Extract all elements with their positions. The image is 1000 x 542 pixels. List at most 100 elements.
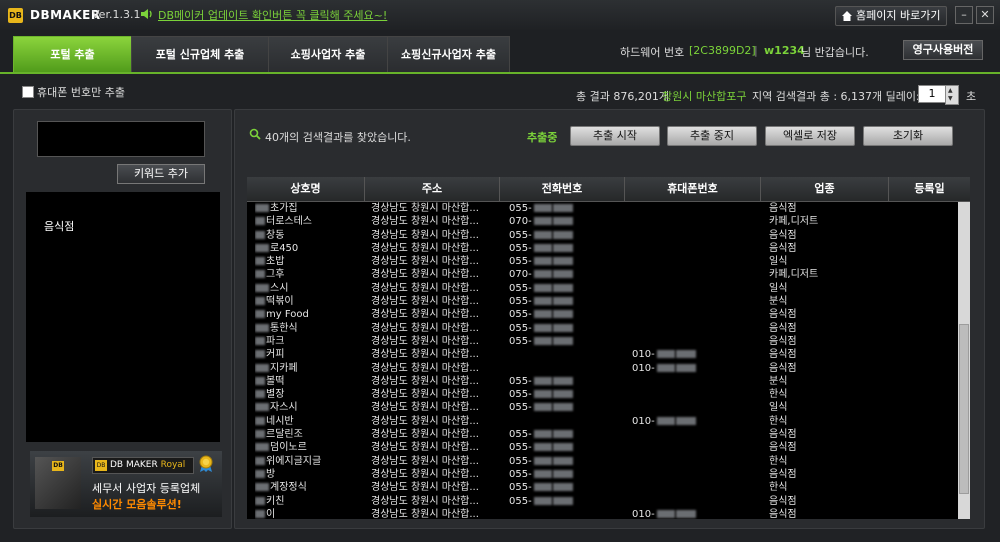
results-panel: 40개의 검색결과를 찾았습니다. 추출중 추출 시작 추출 중지 엑셀로 저장… [234,109,985,529]
keyword-list-item[interactable]: 음식점 [44,218,74,234]
update-notice-link[interactable]: DB메이커 업데이트 확인버튼 꼭 클릭해 주세요~! [158,7,387,23]
table-row[interactable]: 계장정식 경상남도 창원시 마산합... 055- 한식 [247,481,958,494]
table-cell-phone [509,508,623,519]
add-keyword-button[interactable]: 키워드 추가 [117,164,205,184]
table-scrollbar[interactable] [958,202,970,519]
cell-text: 음식점 [769,322,797,334]
table-row[interactable]: 이 경상남도 창원시 마산합... 010- 음식점 [247,508,958,519]
redacted-mark [255,230,265,239]
table-cell-category: 음식점 [769,441,887,454]
spinner-down-icon[interactable]: ▼ [948,95,953,102]
table-header: 상호명 주소 전화번호 휴대폰번호 업종 등록일 [247,177,970,202]
cell-text: 분식 [769,375,788,387]
cell-text: my Food [266,309,309,321]
cell-text: 010- [632,362,655,374]
redacted-mark [255,456,265,465]
delay-spinner[interactable]: ▲ ▼ [945,85,959,105]
table-cell-category: 음식점 [769,242,887,255]
column-header-category[interactable]: 업종 [761,177,889,201]
table-row[interactable]: 초밥 경상남도 창원시 마산합... 055- 일식 [247,255,958,268]
table-row[interactable]: my Food 경상남도 창원시 마산합... 055- 음식점 [247,308,958,321]
table-row[interactable]: 통한식 경상남도 창원시 마산합... 055- 음식점 [247,322,958,335]
scrollbar-thumb[interactable] [959,324,969,494]
table-row[interactable]: 로450 경상남도 창원시 마산합... 055- 음식점 [247,242,958,255]
column-header-date[interactable]: 등록일 [889,177,970,201]
table-row[interactable]: 파크 경상남도 창원시 마산합... 055- 음식점 [247,335,958,348]
delay-unit: 초 [966,90,977,103]
redacted-mark [255,350,265,359]
table-row[interactable]: 떡볶이 경상남도 창원시 마산합... 055- 분식 [247,295,958,308]
column-header-name[interactable]: 상호명 [247,177,365,201]
table-row[interactable]: 스시 경상남도 창원시 마산합... 055- 일식 [247,282,958,295]
spinner-up-icon[interactable]: ▲ [948,87,953,94]
table-row[interactable]: 지카페 경상남도 창원시 마산합... 010- 음식점 [247,362,958,375]
tab-shopping-new-business[interactable]: 쇼핑신규사업자 추출 [387,36,510,73]
table-row[interactable]: 위에지글지글 경상남도 창원시 마산합... 055- 한식 [247,455,958,468]
table-row[interactable]: 커피 경상남도 창원시 마산합... 010- 음식점 [247,348,958,361]
table-row[interactable]: 별장 경상남도 창원시 마산합... 055- 한식 [247,388,958,401]
promo-banner[interactable]: DB DB DB MAKER Royal 세무서 사업자 등록업체 실시간 모음솔… [30,451,222,517]
medal-icon [199,455,213,472]
cell-text: 음식점 [769,442,797,454]
table-cell-mobile: 010- [632,348,760,361]
tab-portal-extract[interactable]: 포털 추출 [13,36,132,73]
redacted-mark [533,496,552,505]
table-cell-mobile [632,455,760,468]
start-extract-button[interactable]: 추출 시작 [570,126,660,146]
table-row[interactable]: 볼떡 경상남도 창원시 마산합... 055- 분식 [247,375,958,388]
table-cell-date [897,401,957,414]
keyword-input[interactable] [37,121,205,157]
reset-button[interactable]: 초기화 [863,126,953,146]
table-cell-phone: 055- [509,428,623,441]
column-header-address[interactable]: 주소 [365,177,500,201]
column-header-phone[interactable]: 전화번호 [500,177,625,201]
stop-extract-button[interactable]: 추출 중지 [667,126,757,146]
table-row[interactable]: 네시반 경상남도 창원시 마산합... 010- 한식 [247,415,958,428]
redacted-mark [552,297,573,306]
cell-text: 음식점 [769,349,797,361]
phone-only-checkbox[interactable] [22,86,34,98]
table-row[interactable]: 초가집 경상남도 창원시 마산합... 055- 음식점 [247,202,958,215]
table-cell-address: 경상남도 창원시 마산합... [371,495,499,508]
table-cell-phone: 055- [509,481,623,494]
tab-shopping-business[interactable]: 쇼핑사업자 추출 [268,36,388,73]
delay-input[interactable]: 1 [918,85,946,103]
table-cell-category: 음식점 [769,322,887,335]
cell-text: 음식점 [769,335,797,347]
cell-text: 055- [509,335,532,347]
table-cell-address: 경상남도 창원시 마산합... [371,202,499,215]
table-row[interactable]: 덤이노르 경상남도 창원시 마산합... 055- 음식점 [247,441,958,454]
redacted-mark [533,270,552,279]
redacted-mark [533,323,552,332]
cell-text: 경상남도 창원시 마산합... [371,389,479,401]
redacted-mark [533,297,552,306]
save-excel-button[interactable]: 엑셀로 저장 [765,126,855,146]
table-cell-phone: 070- [509,215,623,228]
column-header-mobile[interactable]: 휴대폰번호 [625,177,761,201]
product-box-image: DB [35,457,81,509]
app-name: DBMAKER [30,8,101,22]
license-button[interactable]: 영구사용버전 [903,40,983,60]
table-row[interactable]: 키친 경상남도 창원시 마산합... 055- 음식점 [247,495,958,508]
redacted-mark [255,430,265,439]
cell-text: 일식 [769,256,788,268]
table-row[interactable]: 창동 경상남도 창원시 마산합... 055- 음식점 [247,229,958,242]
table-cell-date [897,282,957,295]
close-button[interactable]: ✕ [976,6,994,24]
table-row[interactable]: 방 경상남도 창원시 마산합... 055- 음식점 [247,468,958,481]
redacted-mark [533,430,552,439]
table-row[interactable]: 르달린조 경상남도 창원시 마산합... 055- 음식점 [247,428,958,441]
table-cell-name: 방 [255,468,363,481]
tab-portal-new-business[interactable]: 포털 신규업체 추출 [131,36,269,73]
table-row[interactable]: 터로스테스 경상남도 창원시 마산합... 070- 카페,디저트 [247,215,958,228]
table-row[interactable]: 그후 경상남도 창원시 마산합... 070- 카페,디저트 [247,268,958,281]
table-cell-date [897,322,957,335]
product-box-logo: DB [52,461,64,471]
redacted-mark [255,483,269,492]
cell-text: 카페,디저트 [769,269,819,281]
table-cell-mobile [632,255,760,268]
minimize-button[interactable]: – [955,6,973,24]
homepage-button[interactable]: 홈페이지 바로가기 [835,6,947,26]
cell-text: 경상남도 창원시 마산합... [371,256,479,268]
table-row[interactable]: 자스시 경상남도 창원시 마산합... 055- 일식 [247,401,958,414]
